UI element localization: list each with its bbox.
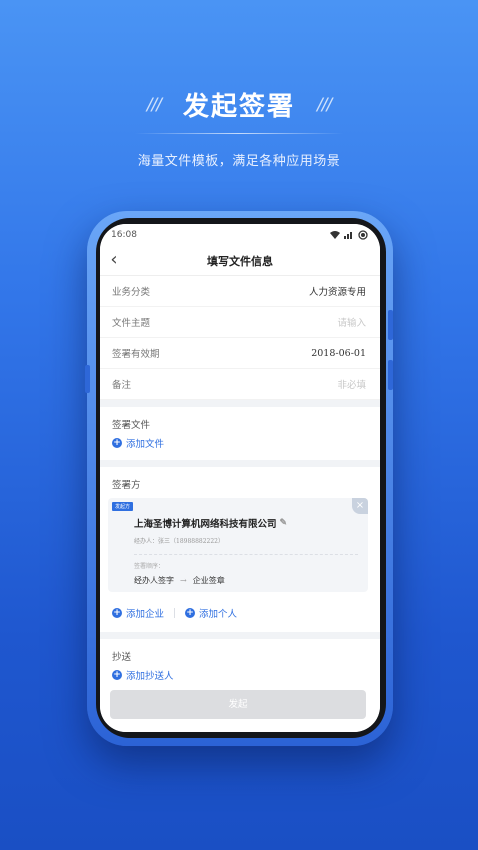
company-name-text: 上海圣博计算机网络科技有限公司 <box>134 519 277 530</box>
promo-heading: 发起签署 <box>182 92 295 122</box>
add-company-button[interactable]: + 添加企业 <box>112 606 164 620</box>
nav-bar: ‹ 填写文件信息 <box>100 246 380 276</box>
field-label: 文件主题 <box>112 318 151 329</box>
sign-file-section: 签署文件 + 添加文件 <box>100 407 380 460</box>
phone-side-button <box>388 310 393 340</box>
field-label: 签署有效期 <box>112 349 160 360</box>
phone-side-button <box>388 360 393 390</box>
file-subject-input[interactable]: 请输入 <box>337 315 366 329</box>
plus-circle-icon: + <box>185 608 196 618</box>
remark-input[interactable]: 非必填 <box>337 377 366 391</box>
add-company-label: 添加企业 <box>126 609 165 620</box>
phone-side-button <box>85 365 90 393</box>
business-category-value: 人力资源专用 <box>308 287 366 298</box>
wifi-icon <box>330 231 340 239</box>
battery-icon <box>358 230 368 240</box>
sign-step-handler: 经办人签字 <box>134 576 174 585</box>
signer-card: 发起方 × 上海圣博计算机网络科技有限公司 ✎ 经办人：张三（189888822… <box>108 498 368 592</box>
signal-icon <box>344 232 352 239</box>
add-cc-label: 添加抄送人 <box>126 671 174 682</box>
add-signer-row: + 添加企业 + 添加个人 <box>112 606 368 620</box>
add-file-label: 添加文件 <box>126 439 165 450</box>
add-file-button[interactable]: + 添加文件 <box>112 436 368 450</box>
company-name: 上海圣博计算机网络科技有限公司 ✎ <box>134 516 358 530</box>
plus-circle-icon: + <box>112 608 122 618</box>
validity-date-value: 2018-06-01 <box>311 347 366 359</box>
status-bar: 16:08 <box>100 224 380 246</box>
arrow-right-icon: → <box>180 576 187 585</box>
divider <box>134 554 358 555</box>
submit-button[interactable]: 发起 <box>110 690 366 719</box>
validity-date-row[interactable]: 签署有效期 2018-06-01 <box>100 338 380 369</box>
pencil-icon[interactable]: ✎ <box>280 518 288 528</box>
sign-step-company: 企业签章 <box>192 576 225 585</box>
section-title: 抄送 <box>112 652 132 663</box>
business-category-row[interactable]: 业务分类 人力资源专用 <box>100 276 380 307</box>
sign-order-flow: 经办人签字 → 企业签章 <box>134 575 358 586</box>
handler-info: 经办人：张三（18988882222） <box>134 538 224 545</box>
file-info-form: 业务分类 人力资源专用 文件主题 请输入 签署有效期 2018-06-01 备注… <box>100 276 380 400</box>
section-title: 签署文件 <box>112 420 151 431</box>
decor-slashes-right: /// <box>317 94 332 115</box>
plus-circle-icon: + <box>112 438 122 448</box>
page-title: 填写文件信息 <box>207 254 273 268</box>
field-label: 备注 <box>112 380 132 391</box>
signers-section: 签署方 发起方 × 上海圣博计算机网络科技有限公司 ✎ 经办人：张三（18988… <box>100 467 380 632</box>
phone-screen: 16:08 ‹ 填写文件信息 业务分类 人力资源专用 文件主题 请输入 签署有效… <box>100 224 380 732</box>
add-cc-button[interactable]: + 添加抄送人 <box>112 668 368 682</box>
field-label: 业务分类 <box>112 287 151 298</box>
promo-title: /// 发起签署 /// <box>0 86 478 123</box>
file-subject-row[interactable]: 文件主题 请输入 <box>100 307 380 338</box>
promo-subtitle: 海量文件模板，满足各种应用场景 <box>137 154 341 169</box>
status-time: 16:08 <box>111 230 137 240</box>
close-icon[interactable]: × <box>352 498 368 514</box>
divider <box>174 608 176 618</box>
status-icons <box>330 230 368 240</box>
sign-order-label: 签署顺序： <box>134 563 165 570</box>
section-title: 签署方 <box>112 480 141 491</box>
decor-slashes-left: /// <box>146 94 162 115</box>
submit-bar: 发起 <box>100 682 380 732</box>
plus-circle-icon: + <box>112 670 122 680</box>
add-person-label: 添加个人 <box>199 609 238 620</box>
remark-row[interactable]: 备注 非必填 <box>100 369 380 400</box>
add-person-button[interactable]: + 添加个人 <box>185 606 237 620</box>
promo-divider <box>135 133 343 134</box>
initiator-badge: 发起方 <box>112 502 134 511</box>
back-icon[interactable]: ‹ <box>106 250 122 270</box>
